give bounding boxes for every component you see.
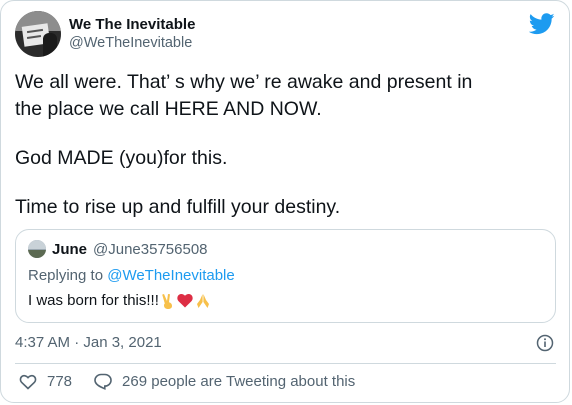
tweet-body-line: We all were. That’ s why we’ re awake an… <box>15 71 473 93</box>
victory-hand-icon <box>162 293 172 309</box>
folded-hands-icon <box>196 293 209 308</box>
quoted-author-display-name: June <box>52 240 88 258</box>
tweet-timestamp[interactable]: 4:37 AM · Jan 3, 2021 <box>15 334 162 351</box>
author-handle[interactable]: @WeTheInevitable <box>69 34 195 52</box>
quoted-author-avatar <box>28 240 46 258</box>
heart-icon <box>19 374 37 390</box>
twitter-bird-icon[interactable] <box>529 13 555 35</box>
reply-action[interactable]: 269 people are Tweeting about this <box>94 373 355 390</box>
info-icon[interactable] <box>536 334 554 352</box>
author-avatar[interactable] <box>15 11 61 57</box>
tweet-actions: 778 269 people are Tweeting about this <box>19 373 377 390</box>
tweet-body-line: Time to rise up and fulfill your destiny… <box>15 196 341 218</box>
tweet-body: We all were. That’ s why we’ re awake an… <box>15 69 555 221</box>
quoted-text: I was born for this!!! <box>28 292 159 309</box>
replying-to-label: Replying to <box>28 267 108 284</box>
author-names: We The Inevitable @WeTheInevitable <box>69 16 195 52</box>
quoted-author-handle: @June35756508 <box>93 240 208 258</box>
tweet-header: We The Inevitable @WeTheInevitable <box>15 9 195 59</box>
tweeting-about-label: 269 people are Tweeting about this <box>122 373 356 390</box>
replying-to: Replying to @WeTheInevitable <box>28 267 235 284</box>
tweet-body-line: God MADE (you)for this. <box>15 147 228 169</box>
divider <box>15 363 556 364</box>
tweet-body-line: the place we call HERE AND NOW. <box>15 98 322 120</box>
like-action[interactable]: 778 <box>19 373 72 390</box>
quoted-tweet-header: June @June35756508 <box>28 240 208 258</box>
replying-to-mention[interactable]: @WeTheInevitable <box>107 267 235 284</box>
reply-bubble-icon <box>94 373 112 390</box>
like-count: 778 <box>47 373 73 390</box>
quoted-tweet[interactable]: June @June35756508 Replying to @WeTheIne… <box>15 229 556 323</box>
quoted-tweet-text: I was born for this!!! <box>28 292 211 309</box>
red-heart-icon <box>177 293 193 308</box>
author-display-name[interactable]: We The Inevitable <box>69 16 195 34</box>
tweet-card: We The Inevitable @WeTheInevitable We al… <box>0 0 570 403</box>
